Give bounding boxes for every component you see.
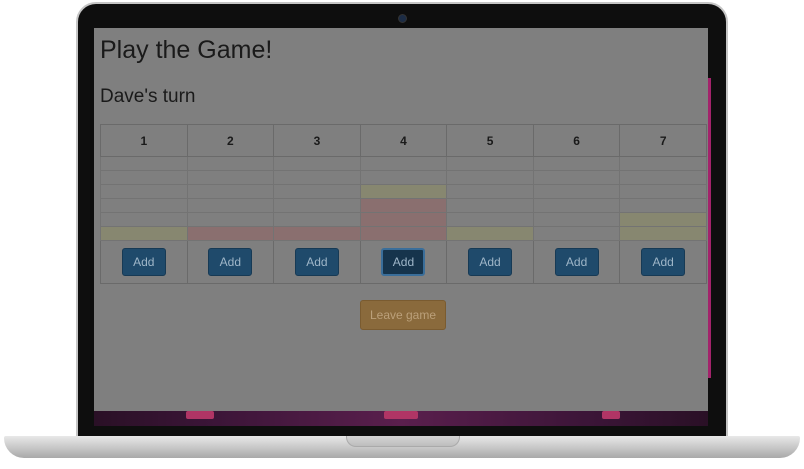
- board-cell-empty: [619, 184, 707, 199]
- camera-icon: [398, 14, 407, 23]
- board-cell-empty: [100, 184, 188, 199]
- board-cell-red: [359, 198, 448, 213]
- board-cell-empty: [186, 170, 275, 185]
- add-button-column-1[interactable]: Add: [121, 248, 166, 276]
- add-button-column-7[interactable]: Add: [641, 248, 686, 276]
- board-cell-empty: [186, 184, 275, 199]
- page-title: Play the Game!: [100, 36, 273, 64]
- board-row: [100, 226, 707, 241]
- board-cell-empty: [532, 198, 621, 213]
- column-header: 2: [186, 124, 275, 157]
- add-button-row: Add Add Add Add Add Add Add: [100, 240, 707, 284]
- board-cell-yellow: [359, 184, 448, 199]
- add-button-column-4[interactable]: Add: [381, 248, 426, 276]
- board-cell-empty: [532, 170, 621, 185]
- board-cell-empty: [273, 156, 361, 171]
- board-cell-empty: [446, 212, 534, 227]
- column-header: 4: [359, 124, 448, 157]
- board-cell-empty: [100, 212, 188, 227]
- column-header: 7: [619, 124, 707, 157]
- leave-game-button[interactable]: Leave game: [360, 300, 446, 330]
- board-cell-empty: [273, 170, 361, 185]
- board-cell-empty: [273, 198, 361, 213]
- board-cell-yellow: [100, 226, 188, 241]
- board-row: [100, 170, 707, 185]
- board-cell-yellow: [446, 226, 534, 241]
- board-row: [100, 212, 707, 227]
- board-cell-red: [273, 226, 361, 241]
- board-cell-empty: [186, 198, 275, 213]
- app-screen: × Play the Game! Dave's turn 1 2 3 4 5 6…: [94, 28, 708, 411]
- board-cell-empty: [100, 156, 188, 171]
- add-cell: Add: [100, 240, 188, 284]
- board-cell-empty: [532, 156, 621, 171]
- add-cell: Add: [359, 240, 448, 284]
- board-cell-empty: [273, 212, 361, 227]
- board-cell-empty: [100, 170, 188, 185]
- wallpaper-accent: [186, 411, 214, 419]
- laptop-notch: [346, 436, 460, 447]
- add-button-column-5[interactable]: Add: [468, 248, 513, 276]
- add-button-column-6[interactable]: Add: [554, 248, 599, 276]
- board-cell-empty: [359, 156, 448, 171]
- turn-indicator: Dave's turn: [100, 86, 196, 107]
- board-cell-empty: [532, 184, 621, 199]
- board-cell-empty: [446, 170, 534, 185]
- board-cell-empty: [186, 156, 275, 171]
- board-cell-yellow: [619, 226, 707, 241]
- column-header: 5: [446, 124, 534, 157]
- board-cell-red: [359, 212, 448, 227]
- board-cell-red: [186, 226, 275, 241]
- board-cell-yellow: [619, 212, 707, 227]
- column-header-row: 1 2 3 4 5 6 7: [100, 124, 707, 157]
- board-cell-red: [359, 226, 448, 241]
- board-cell-empty: [446, 198, 534, 213]
- column-header: 1: [100, 124, 188, 157]
- wallpaper-accent: [384, 411, 418, 419]
- board-row: [100, 184, 707, 199]
- column-header: 3: [273, 124, 361, 157]
- add-button-column-3[interactable]: Add: [294, 248, 339, 276]
- board-cell-empty: [186, 212, 275, 227]
- background-window-edge: [708, 78, 711, 378]
- add-cell: Add: [532, 240, 621, 284]
- add-cell: Add: [186, 240, 275, 284]
- add-cell: Add: [619, 240, 707, 284]
- board-row: [100, 198, 707, 213]
- board-cell-empty: [619, 170, 707, 185]
- game-board: 1 2 3 4 5 6 7 Add Add Add Add Add Add Ad…: [100, 124, 707, 284]
- board-cell-empty: [446, 184, 534, 199]
- board-cell-empty: [100, 198, 188, 213]
- column-header: 6: [532, 124, 621, 157]
- board-cell-empty: [619, 198, 707, 213]
- board-cell-empty: [619, 156, 707, 171]
- board-cell-empty: [532, 226, 621, 241]
- board-cell-empty: [273, 184, 361, 199]
- add-cell: Add: [446, 240, 534, 284]
- wallpaper-accent: [602, 411, 620, 419]
- add-cell: Add: [273, 240, 361, 284]
- board-cell-empty: [359, 170, 448, 185]
- board-cell-empty: [446, 156, 534, 171]
- board-cell-empty: [532, 212, 621, 227]
- board-row: [100, 156, 707, 171]
- add-button-column-2[interactable]: Add: [208, 248, 253, 276]
